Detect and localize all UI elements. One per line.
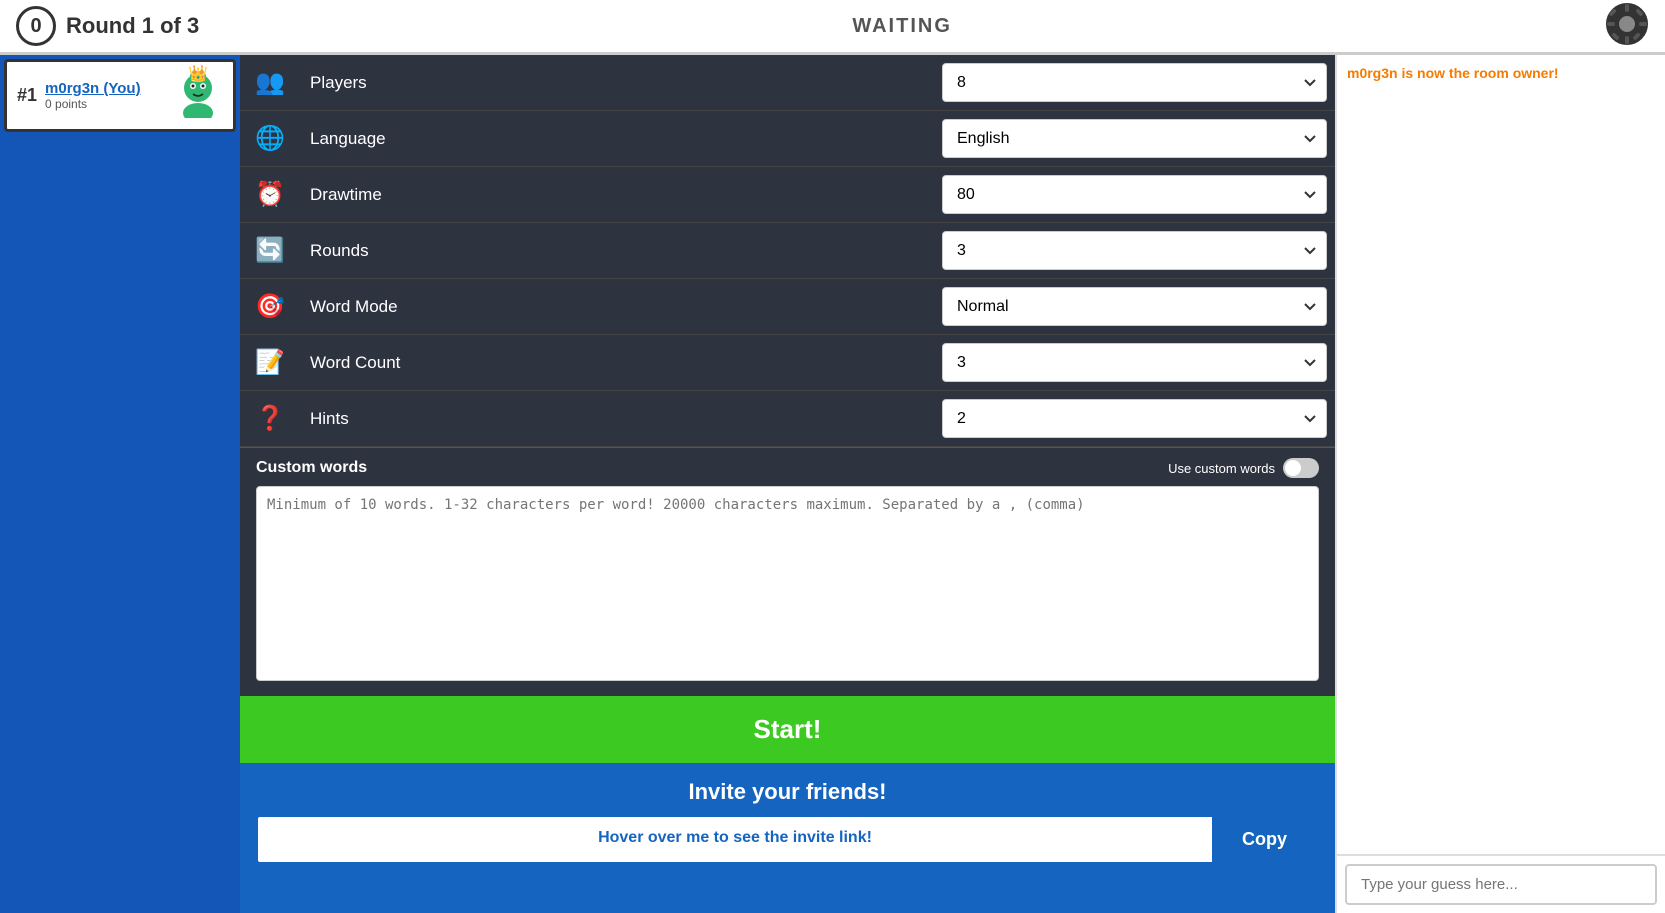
word-count-row: 📝 Word Count 3 1 2 4 5: [240, 335, 1335, 391]
player-name[interactable]: m0rg3n (You): [45, 80, 165, 97]
start-button[interactable]: Start!: [240, 696, 1335, 763]
player-points: 0 points: [45, 97, 165, 111]
language-icon-cell: 🌐: [240, 114, 300, 163]
word-count-icon: 📝: [255, 348, 285, 377]
language-row: 🌐 Language English Deutsch Français: [240, 111, 1335, 167]
round-text: Round 1 of 3: [66, 13, 199, 39]
round-badge: 0: [16, 6, 56, 46]
left-sidebar: #1 m0rg3n (You) 0 points 👑: [0, 55, 240, 913]
word-mode-select[interactable]: Normal Hidden Combination: [942, 287, 1327, 326]
system-message: m0rg3n is now the room owner!: [1347, 65, 1655, 81]
word-mode-row: 🎯 Word Mode Normal Hidden Combination: [240, 279, 1335, 335]
top-bar: 0 Round 1 of 3 WAITING: [0, 0, 1665, 55]
word-count-label: Word Count: [300, 339, 942, 387]
player-info: m0rg3n (You) 0 points: [45, 80, 165, 111]
hints-icon-cell: ❓: [240, 394, 300, 443]
custom-words-toggle[interactable]: [1283, 458, 1319, 478]
copy-button[interactable]: Copy: [1212, 817, 1317, 862]
word-count-select[interactable]: 3 1 2 4 5: [942, 343, 1327, 382]
chat-input[interactable]: [1345, 864, 1657, 905]
players-row: 👥 Players 8 2 3 4 5 6 7 9 10: [240, 55, 1335, 111]
right-sidebar: m0rg3n is now the room owner!: [1335, 55, 1665, 913]
rounds-row: 🔄 Rounds 3 1 2 4 5: [240, 223, 1335, 279]
waiting-label: WAITING: [852, 15, 952, 38]
drawtime-select[interactable]: 80 30 60 90 120: [942, 175, 1327, 214]
custom-words-label: Custom words: [256, 459, 367, 477]
rounds-icon-cell: 🔄: [240, 226, 300, 275]
player-card: #1 m0rg3n (You) 0 points 👑: [4, 59, 236, 132]
crown-icon: 👑: [188, 64, 208, 84]
avatar-container: 👑: [173, 68, 223, 123]
custom-words-toggle-area: Use custom words: [1168, 458, 1319, 478]
language-icon: 🌐: [255, 124, 285, 153]
language-label: Language: [300, 115, 942, 163]
players-icon-cell: 👥: [240, 58, 300, 107]
hints-select[interactable]: 2 0 1 3: [942, 399, 1327, 438]
clock-icon: ⏰: [255, 180, 285, 209]
chat-input-area: [1337, 854, 1665, 913]
hints-icon: ❓: [255, 404, 285, 433]
chat-messages: m0rg3n is now the room owner!: [1337, 55, 1665, 854]
hints-row: ❓ Hints 2 0 1 3: [240, 391, 1335, 447]
invite-link-row: Hover over me to see the invite link! Co…: [256, 815, 1319, 864]
word-mode-label: Word Mode: [300, 283, 942, 331]
settings-button[interactable]: [1605, 2, 1649, 51]
word-mode-icon-cell: 🎯: [240, 282, 300, 331]
custom-words-header: Custom words Use custom words: [256, 458, 1319, 478]
custom-words-textarea[interactable]: [256, 486, 1319, 681]
center-panel: 👥 Players 8 2 3 4 5 6 7 9 10 🌐: [240, 55, 1335, 913]
players-label: Players: [300, 59, 942, 107]
language-select[interactable]: English Deutsch Français: [942, 119, 1327, 158]
word-count-icon-cell: 📝: [240, 338, 300, 387]
hints-label: Hints: [300, 395, 942, 443]
drawtime-row: ⏰ Drawtime 80 30 60 90 120: [240, 167, 1335, 223]
rounds-select[interactable]: 3 1 2 4 5: [942, 231, 1327, 270]
drawtime-icon-cell: ⏰: [240, 170, 300, 219]
invite-section: Invite your friends! Hover over me to se…: [240, 763, 1335, 880]
gear-icon: [1605, 2, 1649, 46]
players-icon: 👥: [255, 68, 285, 97]
custom-words-section: Custom words Use custom words: [240, 447, 1335, 696]
word-mode-icon: 🎯: [255, 292, 285, 321]
drawtime-label: Drawtime: [300, 171, 942, 219]
rounds-label: Rounds: [300, 227, 942, 275]
players-select[interactable]: 8 2 3 4 5 6 7 9 10: [942, 63, 1327, 102]
top-bar-left: 0 Round 1 of 3: [16, 6, 199, 46]
rounds-icon: 🔄: [255, 236, 285, 265]
main-layout: #1 m0rg3n (You) 0 points 👑: [0, 55, 1665, 913]
invite-title: Invite your friends!: [256, 779, 1319, 805]
invite-link-text[interactable]: Hover over me to see the invite link!: [258, 817, 1212, 862]
player-rank: #1: [17, 85, 37, 106]
use-custom-words-text: Use custom words: [1168, 461, 1275, 476]
settings-panel: 👥 Players 8 2 3 4 5 6 7 9 10 🌐: [240, 55, 1335, 447]
